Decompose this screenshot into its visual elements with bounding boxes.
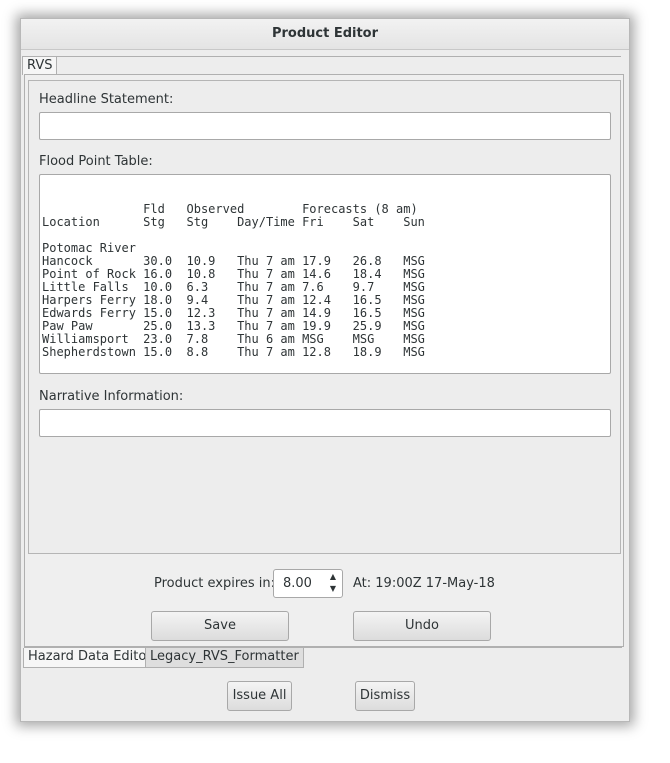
tab-hazard-data-editor[interactable]: Hazard Data Editor [23, 648, 157, 668]
undo-button[interactable]: Undo [353, 611, 491, 641]
expires-label: Product expires in: [154, 576, 276, 591]
narrative-input[interactable] [39, 409, 611, 437]
expires-spinner[interactable]: 8.00 ▲ ▼ [273, 569, 343, 598]
spin-down-icon[interactable]: ▼ [326, 583, 340, 595]
expires-at-text: At: 19:00Z 17-May-18 [353, 576, 495, 591]
product-editor-window: Product Editor RVS Headline Statement: F… [20, 18, 630, 722]
headline-label: Headline Statement: [39, 92, 174, 107]
flood-table-label: Flood Point Table: [39, 154, 153, 169]
rvs-panel: Headline Statement: Flood Point Table: F… [24, 74, 624, 647]
flood-table-line: Shepherdstown 15.0 8.8 Thu 7 am 12.8 18.… [42, 345, 425, 359]
spinner-arrows: ▲ ▼ [326, 571, 340, 596]
narrative-label: Narrative Information: [39, 389, 184, 404]
dismiss-button[interactable]: Dismiss [355, 681, 415, 711]
expires-value: 8.00 [283, 576, 312, 591]
headline-input[interactable] [39, 112, 611, 140]
save-button[interactable]: Save [151, 611, 289, 641]
issue-all-button[interactable]: Issue All [227, 681, 292, 711]
flood-point-table-textarea[interactable]: Fld Observed Forecasts (8 am) Location St… [39, 174, 611, 374]
window-title: Product Editor [21, 19, 629, 50]
tabstrip-top-line [55, 56, 621, 57]
editor-panel: Headline Statement: Flood Point Table: F… [28, 80, 621, 554]
tab-rvs[interactable]: RVS [22, 56, 58, 75]
flood-table-lines: Fld Observed Forecasts (8 am) Location St… [42, 203, 610, 359]
tab-legacy-rvs-formatter[interactable]: Legacy_RVS_Formatter [145, 648, 304, 668]
spin-up-icon[interactable]: ▲ [326, 571, 340, 583]
flood-table-line: Location Stg Stg Day/Time Fri Sat Sun [42, 215, 425, 229]
